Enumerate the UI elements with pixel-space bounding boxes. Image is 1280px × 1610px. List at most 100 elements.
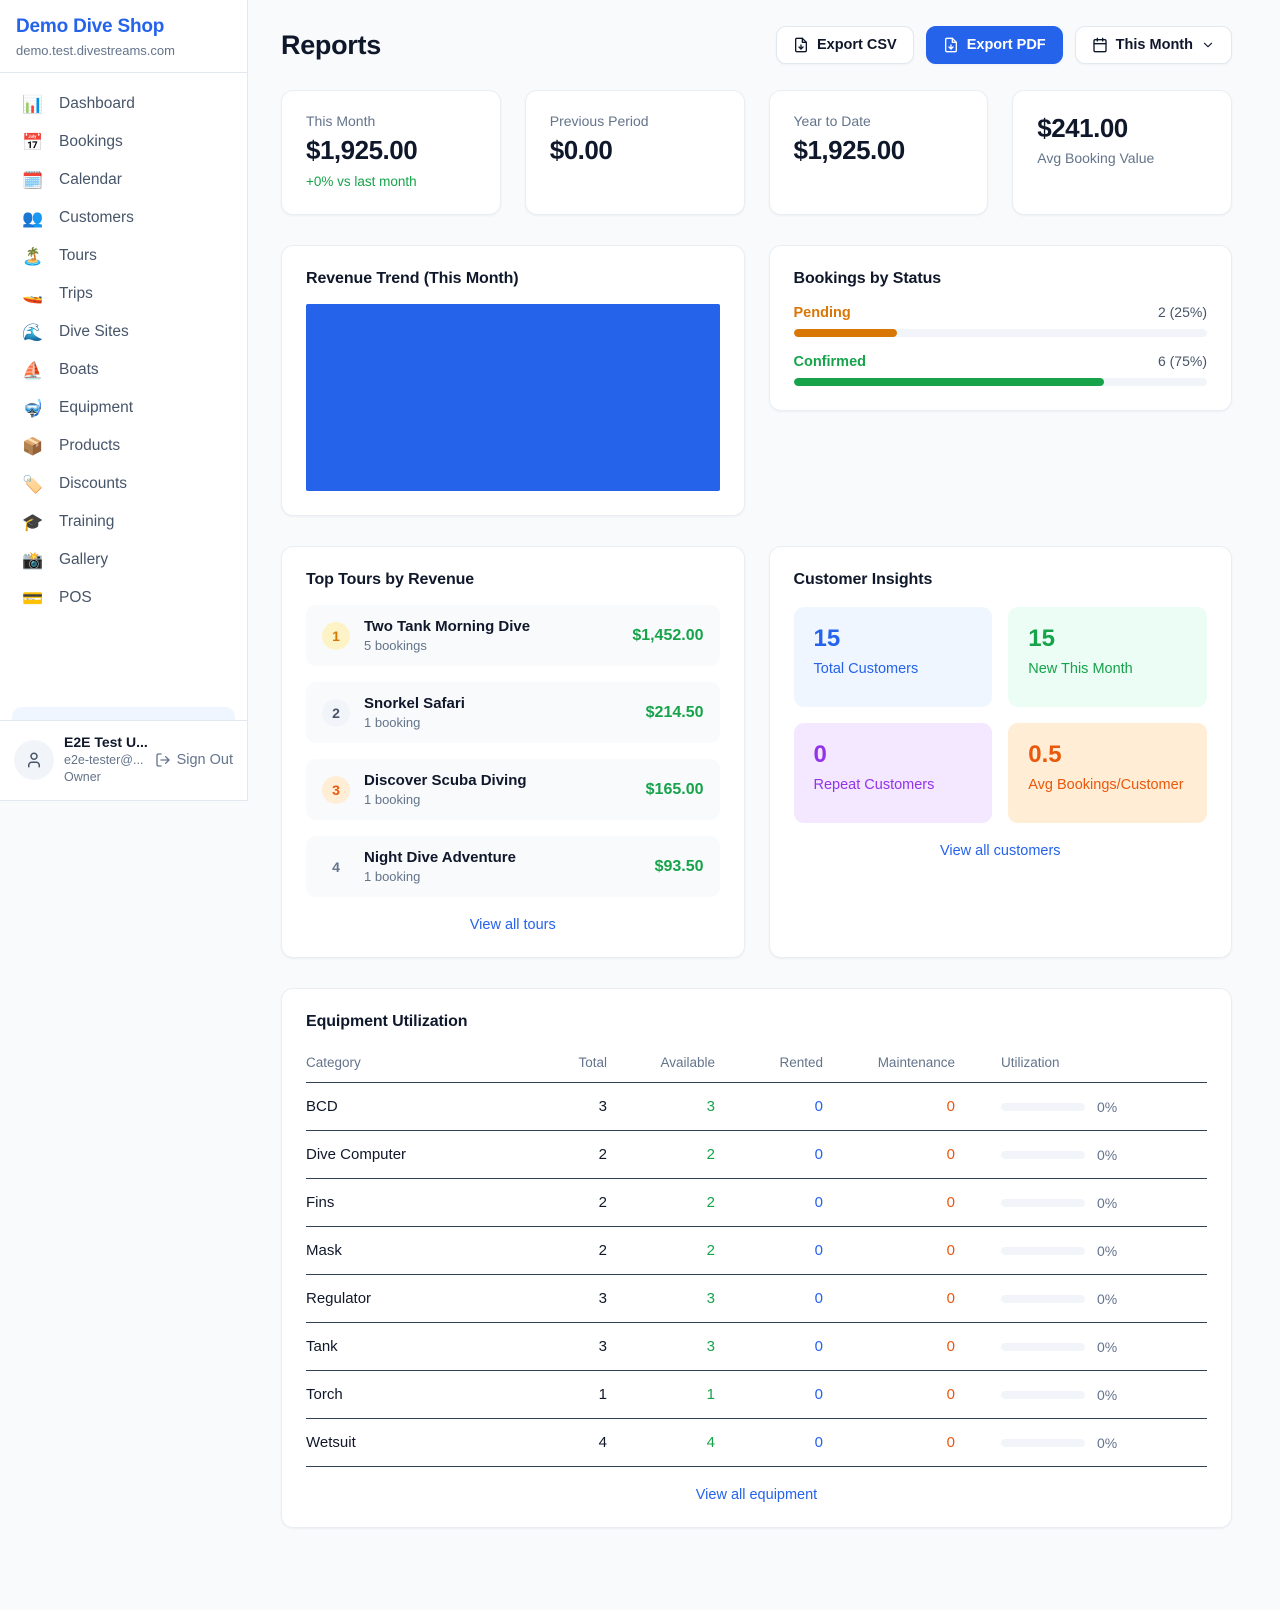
sidebar-item-training[interactable]: 🎓Training [0, 503, 247, 541]
table-row: Torch11000% [306, 1371, 1207, 1419]
tour-rank-badge: 4 [322, 853, 350, 881]
view-all-equipment-link[interactable]: View all equipment [306, 1487, 1207, 1503]
table-row: Dive Computer22000% [306, 1131, 1207, 1179]
sidebar-item-label: Bookings [59, 133, 123, 151]
insight-tile: 15Total Customers [794, 607, 993, 707]
tour-bookings-count: 1 booking [364, 715, 465, 730]
table-cell: Tank [306, 1323, 515, 1371]
table-cell: Fins [306, 1179, 515, 1227]
table-cell: 2 [515, 1179, 607, 1227]
tour-revenue: $214.50 [646, 704, 704, 722]
table-cell: 3 [515, 1083, 607, 1131]
table-cell: 0 [715, 1275, 823, 1323]
utilization-track [1001, 1199, 1085, 1207]
status-row: Confirmed6 (75%) [794, 353, 1208, 386]
tour-list-item: 3Discover Scuba Diving1 booking$165.00 [306, 759, 720, 820]
view-all-customers-link[interactable]: View all customers [794, 843, 1208, 859]
table-cell: 0 [715, 1419, 823, 1467]
table-cell: 3 [607, 1275, 715, 1323]
insight-label: New This Month [1028, 661, 1187, 677]
customer-insights-card: Customer Insights 15Total Customers15New… [769, 546, 1233, 958]
user-icon [25, 751, 43, 769]
status-row: Pending2 (25%) [794, 304, 1208, 337]
tour-info: Snorkel Safari1 booking [364, 695, 465, 730]
stat-card-this-month: This Month $1,925.00 +0% vs last month [281, 90, 501, 215]
tour-revenue: $165.00 [646, 781, 704, 799]
insight-value: 0.5 [1028, 741, 1187, 769]
equipment-table-head: CategoryTotalAvailableRentedMaintenanceU… [306, 1045, 1207, 1083]
sidebar-item-reports-active[interactable] [12, 707, 235, 720]
view-all-tours-link[interactable]: View all tours [306, 917, 720, 933]
insight-value: 15 [814, 625, 973, 653]
tour-rank-badge: 3 [322, 776, 350, 804]
sidebar-item-boats[interactable]: ⛵Boats [0, 351, 247, 389]
table-row: Regulator33000% [306, 1275, 1207, 1323]
table-cell: Mask [306, 1227, 515, 1275]
header-actions: Export CSV Export PDF This Month [776, 26, 1232, 64]
sidebar-item-discounts[interactable]: 🏷️Discounts [0, 465, 247, 503]
sidebar-item-label: Dive Sites [59, 323, 129, 341]
user-email: e2e-tester@... [64, 752, 145, 769]
sidebar-nav: 📊Dashboard📅Bookings🗓️Calendar👥Customers🏝… [0, 73, 247, 705]
tour-bookings-count: 5 bookings [364, 638, 530, 653]
sidebar-item-dashboard[interactable]: 📊Dashboard [0, 85, 247, 123]
sidebar-item-trips[interactable]: 🚤Trips [0, 275, 247, 313]
table-cell: 0 [823, 1083, 955, 1131]
utilization-cell: 0% [1001, 1387, 1207, 1403]
sidebar-item-label: POS [59, 589, 92, 607]
sign-out-button[interactable]: Sign Out [155, 752, 233, 768]
table-cell: 0% [955, 1131, 1207, 1179]
page-title: Reports [281, 30, 381, 61]
sidebar-item-label: Boats [59, 361, 99, 379]
app-root: Demo Dive Shop demo.test.divestreams.com… [0, 0, 1280, 1568]
sidebar-item-pos[interactable]: 💳POS [0, 579, 247, 617]
revenue-trend-card: Revenue Trend (This Month) [281, 245, 745, 516]
utilization-percent: 0% [1097, 1291, 1117, 1307]
user-role: Owner [64, 769, 145, 786]
table-row: BCD33000% [306, 1083, 1207, 1131]
export-pdf-button[interactable]: Export PDF [926, 26, 1063, 64]
revenue-trend-title: Revenue Trend (This Month) [306, 270, 720, 288]
column-header: Rented [715, 1045, 823, 1083]
equipment-utilization-card: Equipment Utilization CategoryTotalAvail… [281, 988, 1232, 1528]
tour-revenue: $1,452.00 [632, 627, 703, 645]
tour-name: Two Tank Morning Dive [364, 618, 530, 635]
period-dropdown[interactable]: This Month [1075, 26, 1232, 64]
sidebar-item-customers[interactable]: 👥Customers [0, 199, 247, 237]
sidebar-item-label: Equipment [59, 399, 133, 417]
table-cell: 0% [955, 1083, 1207, 1131]
export-pdf-label: Export PDF [967, 37, 1046, 53]
insights-grid: 15Total Customers15New This Month0Repeat… [794, 607, 1208, 823]
table-cell: 0 [823, 1371, 955, 1419]
utilization-cell: 0% [1001, 1099, 1207, 1115]
sidebar-item-gallery[interactable]: 📸Gallery [0, 541, 247, 579]
sidebar-item-bookings[interactable]: 📅Bookings [0, 123, 247, 161]
insights-row: Top Tours by Revenue 1Two Tank Morning D… [281, 546, 1232, 958]
export-csv-button[interactable]: Export CSV [776, 26, 914, 64]
sidebar-item-dive-sites[interactable]: 🌊Dive Sites [0, 313, 247, 351]
sidebar-item-products[interactable]: 📦Products [0, 427, 247, 465]
utilization-cell: 0% [1001, 1435, 1207, 1451]
utilization-track [1001, 1295, 1085, 1303]
table-cell: 4 [515, 1419, 607, 1467]
status-progress-track [794, 329, 1208, 337]
status-label: Confirmed [794, 354, 867, 370]
column-header: Total [515, 1045, 607, 1083]
user-name: E2E Test U... [64, 733, 145, 752]
table-cell: 0 [823, 1179, 955, 1227]
file-download-icon [793, 37, 809, 53]
sidebar-item-calendar[interactable]: 🗓️Calendar [0, 161, 247, 199]
stat-label: Previous Period [550, 113, 720, 129]
tour-bookings-count: 1 booking [364, 869, 516, 884]
sidebar-item-equipment[interactable]: 🤿Equipment [0, 389, 247, 427]
tour-name: Night Dive Adventure [364, 849, 516, 866]
column-header: Utilization [955, 1045, 1207, 1083]
sidebar-item-label: Calendar [59, 171, 122, 189]
tour-list-item: 1Two Tank Morning Dive5 bookings$1,452.0… [306, 605, 720, 666]
tour-revenue: $93.50 [655, 858, 704, 876]
utilization-cell: 0% [1001, 1243, 1207, 1259]
insight-value: 15 [1028, 625, 1187, 653]
sidebar-item-tours[interactable]: 🏝️Tours [0, 237, 247, 275]
bookings-by-status-title: Bookings by Status [794, 270, 1208, 288]
insight-tile: 0.5Avg Bookings/Customer [1008, 723, 1207, 823]
